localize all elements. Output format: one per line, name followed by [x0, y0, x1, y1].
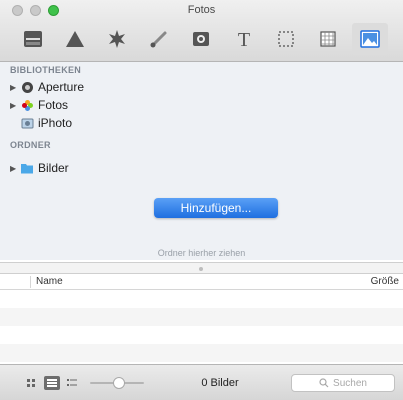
tool-media-browser[interactable] — [15, 23, 51, 55]
list-view-icon — [47, 379, 57, 387]
add-button[interactable]: Hinzufügen... — [154, 198, 278, 218]
sidebar-item-label: Bilder — [38, 161, 69, 175]
disclosure-triangle-icon[interactable]: ▶ — [10, 83, 20, 92]
detail-view-icon — [67, 379, 77, 386]
tool-selection[interactable] — [268, 23, 304, 55]
detail-view-button[interactable] — [64, 376, 80, 390]
libraries-header: BIBLIOTHEKEN — [10, 65, 82, 75]
texture-icon — [320, 31, 336, 47]
shapes-icon — [66, 31, 85, 47]
item-count: 0 Bilder — [201, 377, 239, 389]
svg-text:T: T — [237, 29, 249, 49]
tool-text[interactable]: T — [226, 23, 262, 55]
tool-photos[interactable] — [351, 23, 388, 55]
splitter-handle[interactable] — [0, 262, 403, 274]
bottom-bar: 0 Bilder Suchen — [0, 364, 403, 400]
drop-hint: Ordner hierher ziehen — [157, 248, 246, 258]
sidebar-item-label: iPhoto — [38, 116, 73, 130]
file-list — [0, 290, 403, 362]
sidebar-item-iphoto[interactable]: iPhoto — [10, 115, 72, 131]
effects-icon — [109, 30, 126, 48]
video-icon — [193, 32, 210, 46]
selection-icon — [277, 31, 294, 47]
table-row — [0, 308, 403, 326]
table-row — [0, 326, 403, 344]
column-header-name[interactable]: Name — [36, 276, 63, 287]
sidebar-item-fotos[interactable]: ▶ Fotos — [10, 97, 68, 113]
column-header-size[interactable]: Größe — [371, 276, 399, 287]
sidebar-item-label: Aperture — [38, 80, 85, 94]
window-title: Fotos — [187, 4, 216, 16]
photos-icon — [360, 30, 380, 48]
toolbar: T — [0, 20, 403, 58]
aperture-icon — [20, 80, 34, 94]
table-row — [0, 290, 403, 308]
folders-header: ORDNER — [10, 140, 51, 150]
icon-view-button[interactable] — [24, 376, 40, 390]
iphoto-icon — [20, 116, 34, 130]
brush-icon — [150, 31, 167, 48]
disclosure-triangle-icon[interactable]: ▶ — [10, 164, 20, 173]
tool-video[interactable] — [183, 23, 219, 55]
search-placeholder: Suchen — [333, 377, 367, 389]
zoom-slider-knob[interactable] — [113, 377, 125, 389]
folder-icon — [20, 161, 34, 175]
grid-view-icon — [27, 379, 35, 387]
disclosure-triangle-icon[interactable]: ▶ — [10, 101, 20, 110]
splitter-grip-icon — [199, 267, 203, 271]
tool-brush[interactable] — [141, 23, 177, 55]
sidebar-item-aperture[interactable]: ▶ Aperture — [10, 79, 84, 95]
source-list: BIBLIOTHEKEN ▶ Aperture ▶ Fotos iPhoto O… — [0, 62, 403, 260]
sidebar-item-bilder[interactable]: ▶ Bilder — [10, 160, 69, 176]
tool-shapes[interactable] — [57, 23, 93, 55]
fotos-icon — [20, 98, 34, 112]
tool-effects[interactable] — [99, 23, 135, 55]
sidebar-item-label: Fotos — [38, 98, 69, 112]
tool-texture[interactable] — [310, 23, 346, 55]
table-row — [0, 344, 403, 362]
table-header: Name Größe — [0, 274, 403, 290]
window-titlebar: Fotos T — [0, 0, 403, 62]
search-icon — [319, 378, 329, 388]
media-browser-icon — [24, 31, 43, 47]
list-view-button[interactable] — [44, 376, 60, 390]
search-field[interactable]: Suchen — [291, 374, 395, 392]
text-icon: T — [237, 29, 249, 49]
